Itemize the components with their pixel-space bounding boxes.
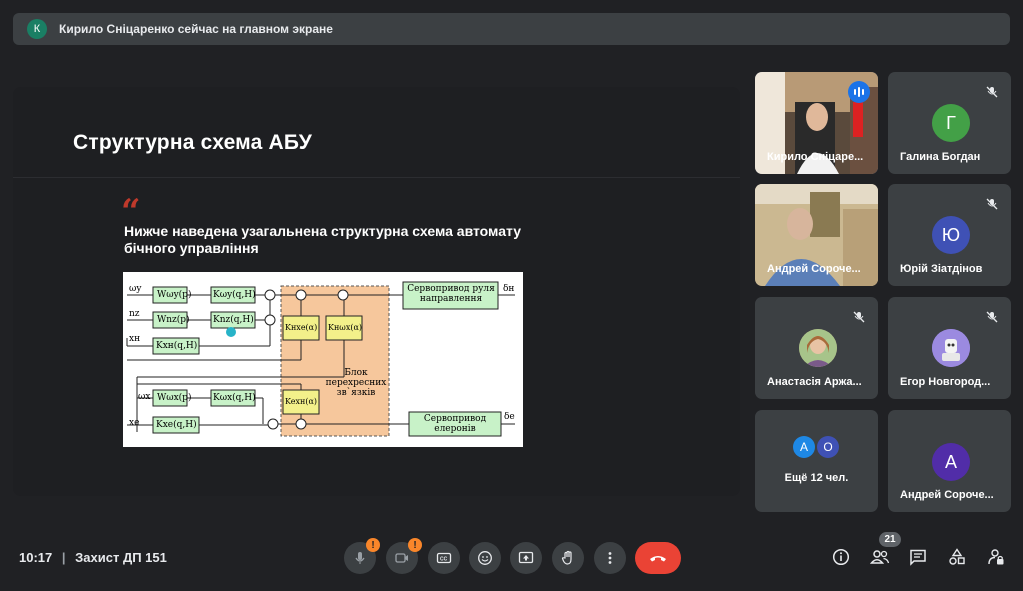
presenter-avatar: К [27, 19, 47, 39]
raise-hand-button[interactable] [552, 542, 584, 574]
chat-button[interactable] [906, 545, 930, 569]
mic-off-icon [850, 308, 868, 326]
shared-slide: Структурна схема АБУ “ Нижче наведена уз… [13, 87, 740, 496]
block-k-omega-x: Kωx(q,H) [213, 393, 256, 403]
participant-name: Кирило Сніцаре... [767, 151, 864, 163]
servo-rudder-label: Сервопривод руля направлення [407, 284, 495, 304]
participant-tile-anastasiia[interactable]: Анастасія Аржа... [755, 297, 878, 399]
host-controls-button[interactable] [984, 545, 1008, 569]
block-k-omega-y: Kωy(q,H) [213, 290, 256, 300]
emoji-icon [478, 551, 492, 565]
activities-button[interactable] [945, 545, 969, 569]
info-icon [832, 548, 850, 566]
leave-call-button[interactable] [635, 542, 681, 574]
meeting-name: Захист ДП 151 [75, 550, 167, 565]
participant-name: Юрій Зіатдінов [900, 263, 983, 275]
current-time: 10:17 [19, 550, 53, 565]
input-xh: xн [129, 334, 141, 344]
input-xe: xе [129, 418, 140, 428]
captions-icon: CC [436, 552, 452, 564]
more-vert-icon [608, 552, 612, 564]
block-w-omega-x: Wωx(p) [157, 393, 192, 403]
meet-window: К Кирило Сніцаренко сейчас на главном эк… [0, 0, 1023, 591]
slide-divider [13, 177, 740, 178]
meeting-details-button[interactable] [829, 545, 853, 569]
lock-person-icon [988, 549, 1004, 565]
slide-body-text: Нижче наведена узагальнена структурна сх… [124, 223, 521, 256]
reactions-button[interactable] [469, 542, 501, 574]
mic-warning-badge: ! [366, 538, 380, 552]
presentation-stage[interactable]: Структурна схема АБУ “ Нижче наведена уз… [13, 87, 740, 496]
more-participants-label: Ещё 12 чел. [784, 472, 849, 484]
participant-tile-kyrylo[interactable]: Кирило Сніцаре... [755, 72, 878, 174]
output-delta-e: δе [504, 412, 515, 422]
mic-off-icon [983, 195, 1001, 213]
avatar: Ю [932, 216, 970, 254]
input-omega-y: ωy [129, 284, 142, 294]
people-button[interactable] [868, 545, 892, 569]
presenting-banner: К Кирило Сніцаренко сейчас на главном эк… [13, 13, 1010, 45]
avatar [932, 329, 970, 367]
participant-name: Андрей Сороче... [900, 489, 994, 501]
block-k-nz: Knz(q,H) [213, 315, 254, 325]
participant-tile-more[interactable]: А О Ещё 12 чел. [755, 410, 878, 512]
camera-button[interactable]: ! [386, 538, 422, 574]
avatar: О [817, 436, 839, 458]
cross-block-1: Kнxe(α) [285, 323, 318, 332]
block-k-xe: Kxe(q,H) [156, 420, 197, 430]
hand-icon [561, 550, 572, 565]
avatar: А [793, 436, 815, 458]
participant-count-badge: 21 [879, 532, 901, 547]
presenting-text: Кирило Сніцаренко сейчас на главном экра… [59, 22, 333, 36]
input-omega-x: ωx [138, 392, 151, 402]
avatar: Г [932, 104, 970, 142]
servo-aileron-label: Сервопривод елеронів [423, 414, 487, 434]
hang-up-icon [650, 556, 666, 562]
avatar: А [932, 443, 970, 481]
control-bar: 10:17 | Захист ДП 151 ! ! CC [0, 535, 1023, 581]
participant-tile-yurii[interactable]: Ю Юрій Зіатдінов [888, 184, 1011, 286]
mic-off-icon [983, 83, 1001, 101]
cross-block-2: Kнωx(α) [328, 323, 362, 332]
svg-text:CC: CC [440, 557, 448, 563]
participant-tile-halyna[interactable]: Г Галина Богдан [888, 72, 1011, 174]
participant-tile-andrei-2[interactable]: А Андрей Сороче... [888, 410, 1011, 512]
chat-icon [910, 549, 926, 566]
block-w-omega-y: Wωy(p) [157, 290, 192, 300]
pointer-cursor [226, 327, 236, 337]
slide-title: Структурна схема АБУ [73, 131, 312, 154]
shapes-icon [949, 548, 965, 565]
present-icon [518, 551, 534, 564]
speaking-indicator-icon [848, 81, 870, 103]
participant-name: Галина Богдан [900, 151, 981, 163]
block-w-nz: Wnz(p) [157, 315, 190, 325]
input-nz: nz [129, 309, 140, 319]
mic-icon [355, 552, 365, 564]
participant-name: Егор Новгород... [900, 376, 991, 388]
participant-name: Анастасія Аржа... [767, 376, 862, 388]
separator: | [61, 550, 66, 565]
block-k-xh: Kxн(q,H) [156, 341, 198, 351]
structure-diagram: ωy nz xн ωx xе Wωy(p) Kωy(q,H) Wnz(p) Kn… [123, 272, 523, 447]
more-options-button[interactable] [594, 542, 626, 574]
microphone-button[interactable]: ! [344, 538, 380, 574]
participant-tile-andrei[interactable]: Андрей Сороче... [755, 184, 878, 286]
present-button[interactable] [510, 542, 542, 574]
meeting-info: 10:17 | Захист ДП 151 [19, 550, 167, 565]
people-icon [870, 550, 890, 564]
avatar [799, 329, 837, 367]
participant-name: Андрей Сороче... [767, 263, 861, 275]
participant-tile-yehor[interactable]: Егор Новгород... [888, 297, 1011, 399]
camera-warning-badge: ! [408, 538, 422, 552]
mic-off-icon [983, 308, 1001, 326]
cross-block-3: Keхн(α) [285, 397, 317, 406]
captions-button[interactable]: CC [428, 542, 460, 574]
camera-icon [395, 553, 408, 563]
output-delta-h: δн [503, 284, 515, 294]
cross-block-label: Блок перехресних зв`язків [325, 368, 387, 398]
